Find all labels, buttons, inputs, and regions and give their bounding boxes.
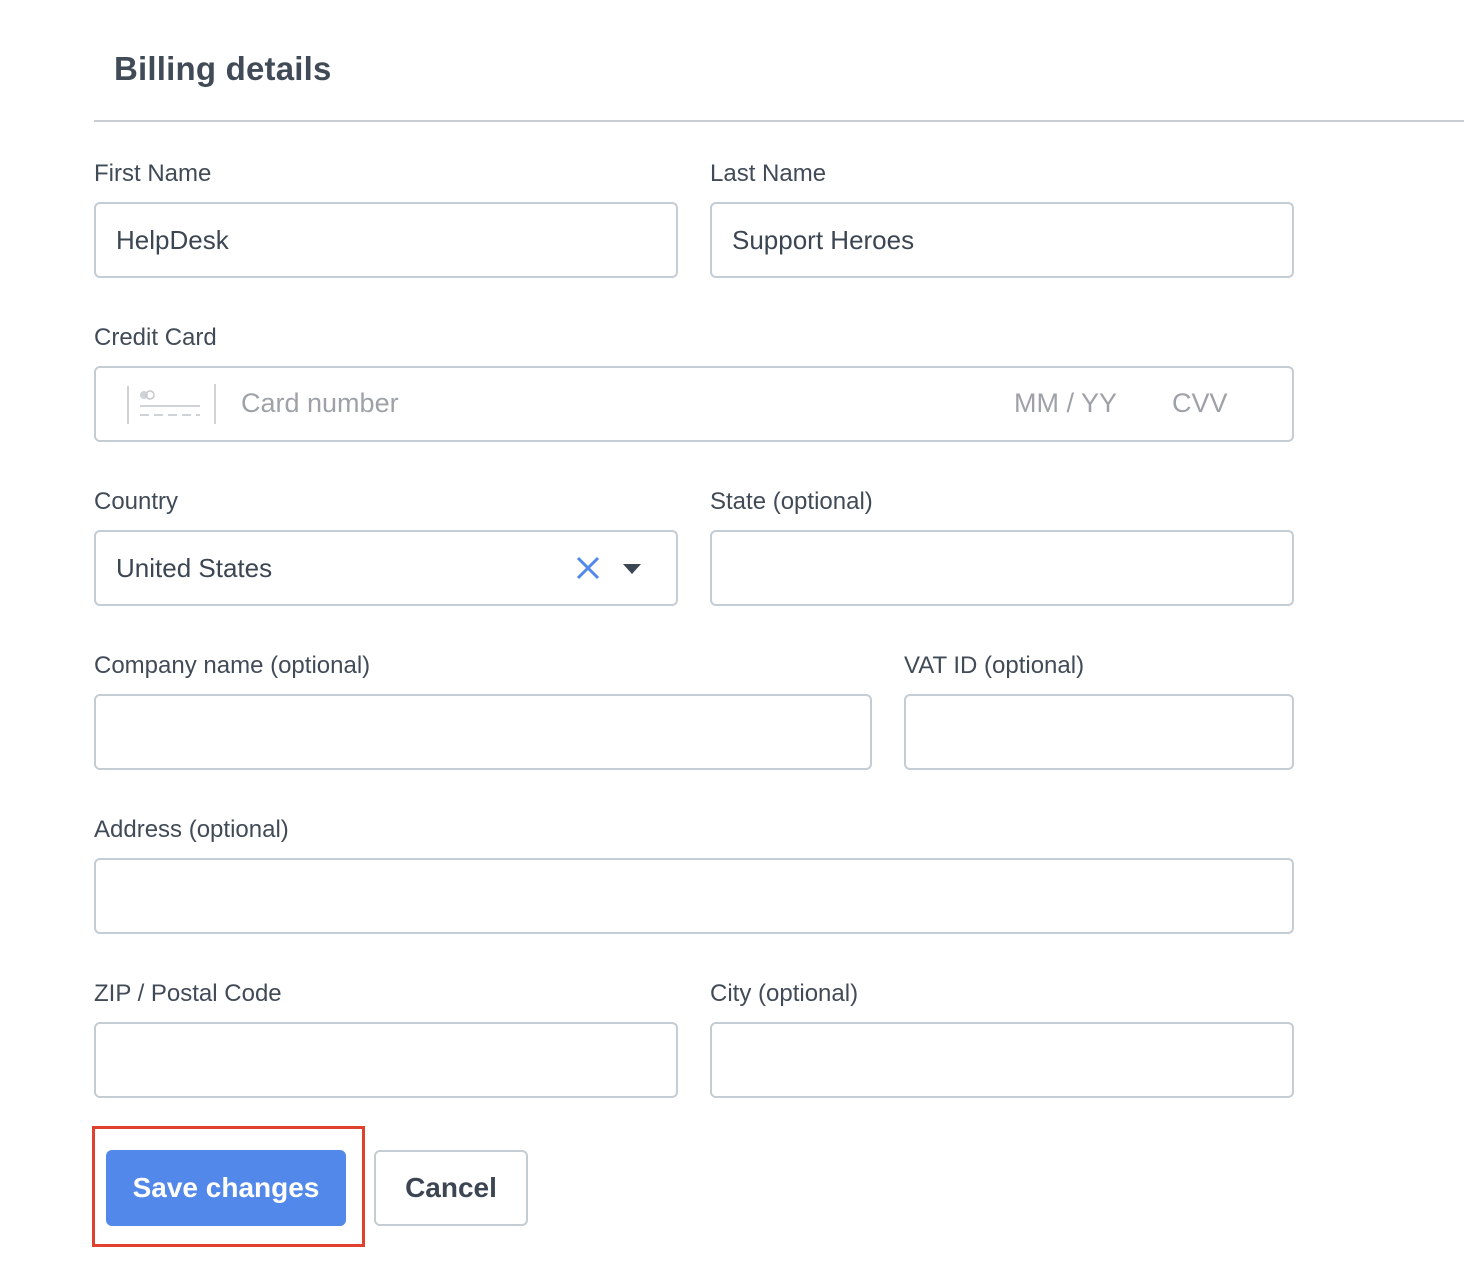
state-input[interactable]	[732, 552, 1292, 584]
company-input[interactable]	[116, 716, 870, 748]
vat-label: VAT ID (optional)	[904, 652, 1085, 679]
last-name-input[interactable]	[732, 224, 1292, 256]
country-select[interactable]: United States	[94, 530, 678, 606]
country-label: Country	[94, 488, 179, 515]
caret-down-icon[interactable]	[622, 562, 642, 576]
zip-field[interactable]	[94, 1022, 678, 1098]
save-changes-button[interactable]: Save changes	[106, 1150, 346, 1226]
card-number-input[interactable]: Card number	[241, 388, 399, 419]
address-input[interactable]	[116, 880, 1292, 912]
cancel-button[interactable]: Cancel	[374, 1150, 528, 1226]
zip-label: ZIP / Postal Code	[94, 980, 282, 1007]
credit-card-label: Credit Card	[94, 324, 217, 351]
city-input[interactable]	[732, 1044, 1292, 1076]
last-name-field[interactable]	[710, 202, 1294, 278]
city-field[interactable]	[710, 1022, 1294, 1098]
company-label: Company name (optional)	[94, 652, 371, 679]
address-label: Address (optional)	[94, 816, 289, 843]
header-divider	[94, 120, 1464, 122]
first-name-label: First Name	[94, 160, 212, 187]
credit-card-icon	[127, 386, 200, 424]
zip-input[interactable]	[116, 1044, 676, 1076]
card-cvv-input[interactable]: CVV	[1172, 388, 1228, 419]
vat-field[interactable]	[904, 694, 1294, 770]
first-name-input[interactable]	[116, 224, 676, 256]
state-label: State (optional)	[710, 488, 873, 515]
state-field[interactable]	[710, 530, 1294, 606]
last-name-label: Last Name	[710, 160, 827, 187]
company-field[interactable]	[94, 694, 872, 770]
card-icon-separator	[214, 384, 216, 424]
city-label: City (optional)	[710, 980, 859, 1007]
vat-input[interactable]	[926, 716, 1292, 748]
first-name-field[interactable]	[94, 202, 678, 278]
address-field[interactable]	[94, 858, 1294, 934]
page-title: Billing details	[114, 50, 332, 87]
card-expiry-input[interactable]: MM / YY	[1014, 388, 1117, 419]
country-value: United States	[116, 552, 273, 583]
credit-card-field[interactable]: Card number MM / YY CVV	[94, 366, 1294, 442]
close-icon[interactable]	[574, 554, 602, 582]
